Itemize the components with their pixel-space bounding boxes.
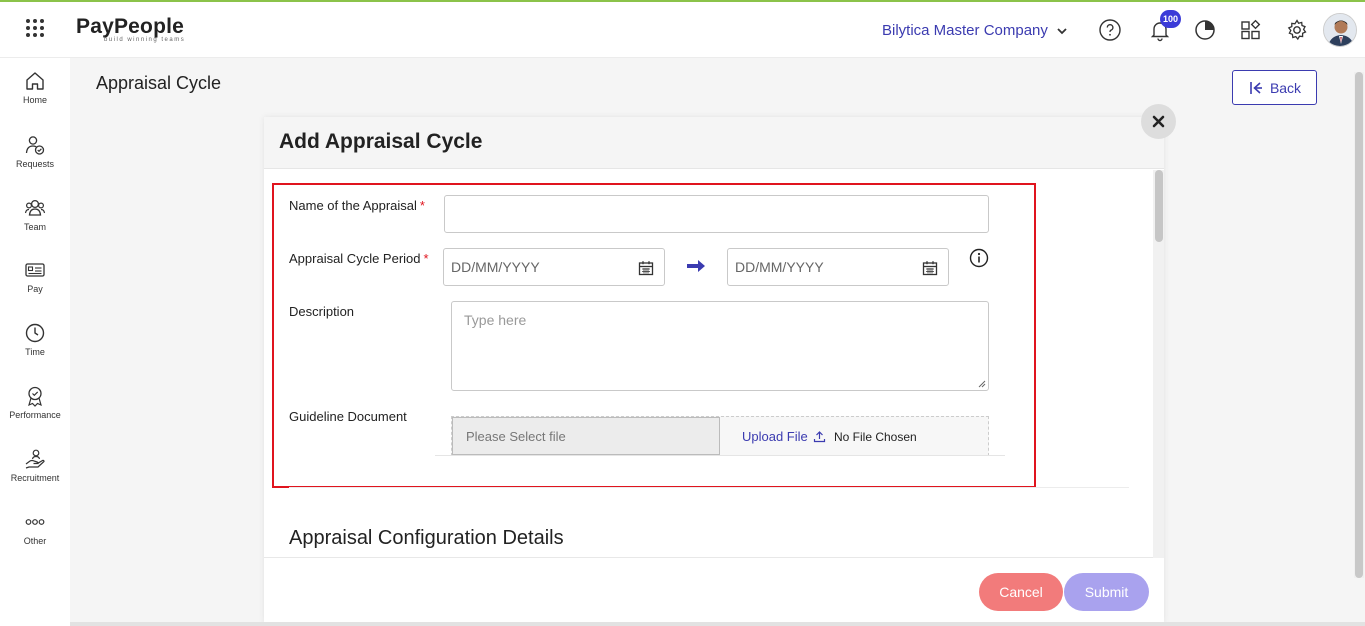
arrow-right-icon: [687, 260, 705, 272]
sidebar-item-team[interactable]: Team: [0, 197, 70, 232]
required-asterisk: *: [423, 251, 429, 266]
file-upload-area[interactable]: Please Select file Upload File No File C…: [451, 416, 989, 456]
close-modal-button[interactable]: [1141, 104, 1176, 139]
notification-badge: 100: [1160, 10, 1181, 28]
required-asterisk: *: [419, 198, 425, 213]
back-arrow-icon: [1250, 81, 1262, 94]
sidebar-item-requests[interactable]: Requests: [0, 134, 70, 169]
calendar-icon[interactable]: [638, 260, 654, 276]
cancel-button[interactable]: Cancel: [979, 573, 1063, 611]
hand-icon: [25, 449, 45, 469]
no-file-text: No File Chosen: [834, 430, 917, 444]
sidebar: Home Requests Team Pay Time Performance …: [0, 58, 70, 626]
horizontal-scrollbar[interactable]: [70, 622, 1365, 626]
sidebar-label-team: Team: [23, 222, 46, 232]
description-textarea[interactable]: Type here: [451, 301, 989, 391]
gear-icon[interactable]: [1285, 18, 1309, 42]
sidebar-label-other: Other: [23, 536, 47, 546]
widgets-icon[interactable]: [1239, 18, 1263, 42]
section-divider: [289, 487, 1129, 488]
back-button[interactable]: Back: [1232, 70, 1317, 105]
sidebar-label-home: Home: [22, 95, 47, 105]
start-date-placeholder: DD/MM/YYYY: [451, 259, 540, 275]
config-section-title: Appraisal Configuration Details: [289, 527, 564, 549]
requests-icon: [25, 136, 45, 155]
page-scrollbar[interactable]: [1354, 72, 1364, 578]
sidebar-item-time[interactable]: Time: [0, 322, 70, 357]
guideline-label: Guideline Document: [289, 409, 407, 424]
sidebar-label-pay: Pay: [27, 284, 43, 294]
logo-tagline: build winning teams: [104, 37, 186, 43]
logo-text: PayPeople: [76, 15, 185, 38]
home-icon: [26, 72, 44, 90]
app-header: PayPeople build winning teams Bilytica M…: [0, 2, 1365, 58]
period-label-text: Appraisal Cycle Period: [289, 251, 421, 266]
file-field-divider: [435, 455, 1005, 456]
more-icon: [25, 519, 45, 525]
company-selector[interactable]: Bilytica Master Company: [882, 22, 1068, 39]
back-label: Back: [1269, 79, 1302, 96]
pay-icon: [25, 263, 45, 277]
sidebar-item-recruitment[interactable]: Recruitment: [0, 448, 70, 483]
start-date-input[interactable]: DD/MM/YYYY: [443, 248, 665, 286]
appraisal-name-input[interactable]: [444, 195, 989, 233]
upload-label: Upload File: [742, 429, 808, 444]
user-avatar[interactable]: [1323, 13, 1357, 47]
name-label-text: Name of the Appraisal: [289, 198, 417, 213]
file-select-field[interactable]: Please Select file: [452, 417, 720, 455]
info-icon[interactable]: [969, 248, 989, 268]
upload-file-link[interactable]: Upload File: [742, 429, 826, 444]
description-label: Description: [289, 304, 355, 319]
description-placeholder: Type here: [464, 312, 527, 328]
end-date-input[interactable]: DD/MM/YYYY: [727, 248, 949, 286]
clock-icon: [25, 323, 45, 343]
page-title: Appraisal Cycle: [96, 73, 222, 93]
sidebar-label-performance: Performance: [9, 410, 61, 420]
sidebar-item-pay[interactable]: Pay: [0, 259, 70, 294]
sidebar-label-requests: Requests: [15, 159, 55, 169]
help-icon[interactable]: [1098, 18, 1122, 42]
sidebar-item-performance[interactable]: Performance: [0, 385, 70, 420]
upload-icon: [813, 431, 825, 443]
period-label: Appraisal Cycle Period *: [289, 251, 429, 266]
modal-scrollbar[interactable]: [1153, 170, 1164, 558]
name-label: Name of the Appraisal *: [289, 198, 425, 213]
company-name: Bilytica Master Company: [882, 22, 1048, 39]
badge-icon: [28, 386, 42, 407]
modal-title: Add Appraisal Cycle: [279, 130, 483, 153]
sidebar-item-other[interactable]: Other: [0, 511, 70, 546]
pie-chart-icon[interactable]: [1193, 18, 1217, 42]
avatar-image: [1324, 14, 1356, 46]
calendar-icon[interactable]: [922, 260, 938, 276]
submit-button[interactable]: Submit: [1064, 573, 1149, 611]
end-date-placeholder: DD/MM/YYYY: [735, 259, 824, 275]
file-placeholder: Please Select file: [466, 428, 566, 444]
modal-header: Add Appraisal Cycle: [264, 117, 1164, 169]
app-grid-icon[interactable]: [24, 17, 46, 39]
resize-grip-icon[interactable]: [978, 380, 986, 388]
sidebar-item-home[interactable]: Home: [0, 70, 70, 105]
sidebar-label-time: Time: [25, 347, 45, 357]
chevron-down-icon: [1057, 27, 1067, 34]
sidebar-label-recruitment: Recruitment: [10, 473, 60, 483]
close-icon: [1152, 115, 1165, 128]
paypeople-logo[interactable]: PayPeople build winning teams: [76, 15, 186, 44]
team-icon: [24, 199, 46, 216]
